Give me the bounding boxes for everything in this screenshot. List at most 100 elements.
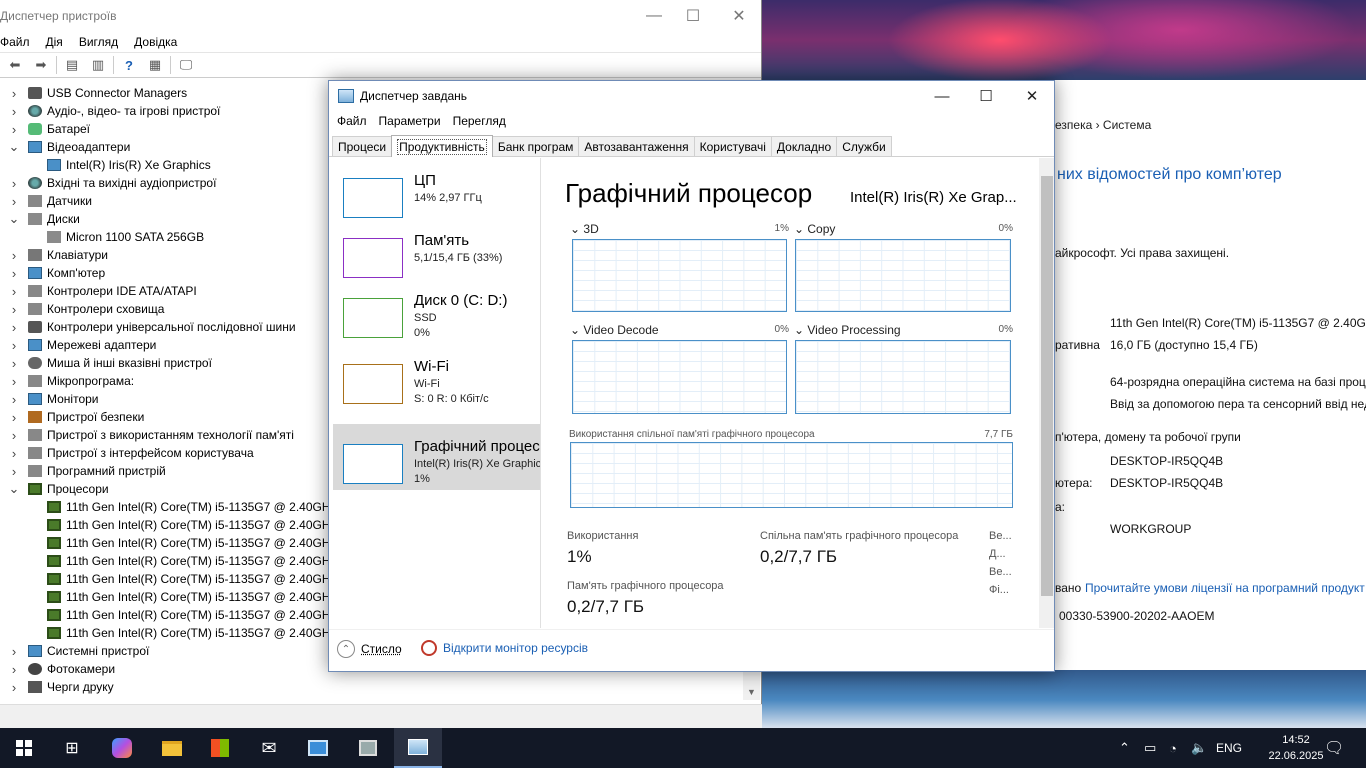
store-icon[interactable] [196, 728, 244, 768]
close-button[interactable]: ✕ [716, 0, 762, 32]
tree-device[interactable]: 11th Gen Intel(R) Core(TM) i5-1135G7 @ 2… [27, 606, 337, 624]
tree-device[interactable]: 11th Gen Intel(R) Core(TM) i5-1135G7 @ 2… [27, 570, 337, 588]
resource-item[interactable]: Wi-Fi Wi-Fi S: 0 R: 0 Кбіт/с [333, 344, 540, 410]
scan-hardware-icon[interactable]: ▦ [144, 55, 166, 75]
expand-chevron-icon[interactable]: › [8, 356, 20, 371]
resource-item[interactable]: Графічний процесор Intel(R) Iris(R) Xe Gr… [333, 424, 540, 490]
menu-item[interactable]: Вигляд [71, 35, 126, 49]
expand-chevron-icon[interactable]: › [8, 266, 20, 281]
properties-icon[interactable]: ▤ [61, 55, 83, 75]
monitor-icon[interactable]: 🖵 [175, 55, 197, 75]
tree-device[interactable]: Micron 1100 SATA 256GB [27, 228, 204, 246]
expand-chevron-icon[interactable]: › [8, 464, 20, 479]
forward-arrow-icon[interactable]: ➡ [30, 55, 52, 75]
clock[interactable]: 14:52 22.06.2025 [1266, 732, 1326, 764]
engine-selector-video-processing[interactable]: ⌄ Video Processing [794, 323, 901, 337]
tree-category[interactable]: › Пристрої безпеки [8, 408, 144, 426]
battery-icon[interactable]: ▭ [1144, 728, 1156, 768]
control-panel-icon[interactable] [294, 728, 342, 768]
maximize-button[interactable]: ☐ [670, 0, 716, 32]
tree-category[interactable]: › Мережеві адаптери [8, 336, 157, 354]
expand-chevron-icon[interactable]: › [8, 392, 20, 407]
tree-device[interactable]: 11th Gen Intel(R) Core(TM) i5-1135G7 @ 2… [27, 552, 337, 570]
minimize-button[interactable]: — [919, 81, 965, 111]
tree-category[interactable]: ⌄ Відеоадаптери [8, 138, 131, 156]
help-icon[interactable]: ? [118, 55, 140, 75]
engine-selector-video-decode[interactable]: ⌄ Video Decode [570, 323, 659, 337]
device-manager-titlebar[interactable]: Диспетчер пристроїв — ☐ ✕ [0, 0, 761, 32]
tree-category[interactable]: › Монітори [8, 390, 99, 408]
tree-device[interactable]: 11th Gen Intel(R) Core(TM) i5-1135G7 @ 2… [27, 624, 337, 642]
tree-category[interactable]: › Аудіо-, відео- та ігрові пристрої [8, 102, 221, 120]
tree-device[interactable]: 11th Gen Intel(R) Core(TM) i5-1135G7 @ 2… [27, 534, 337, 552]
tree-category[interactable]: ⌄ Диски [8, 210, 80, 228]
list-view-icon[interactable]: ▥ [87, 55, 109, 75]
expand-chevron-icon[interactable]: › [8, 122, 20, 137]
collapse-chevron-icon[interactable]: ⌄ [8, 481, 20, 497]
tree-category[interactable]: › Мікропрограма: [8, 372, 134, 390]
tree-device[interactable]: 11th Gen Intel(R) Core(TM) i5-1135G7 @ 2… [27, 498, 337, 516]
tree-category[interactable]: › Датчики [8, 192, 92, 210]
task-manager-titlebar[interactable]: Диспетчер завдань — ☐ ✕ [329, 81, 1054, 111]
tab-2[interactable]: Банк програм [491, 136, 580, 156]
resource-item[interactable]: Пам'ять 5,1/15,4 ГБ (33%) [333, 218, 540, 284]
file-explorer-icon[interactable] [148, 728, 196, 768]
device-manager-taskbar-icon[interactable] [344, 728, 392, 768]
resource-item[interactable]: Диск 0 (C: D:) SSD 0% [333, 278, 540, 344]
vertical-scrollbar[interactable] [1039, 158, 1054, 628]
expand-chevron-icon[interactable]: › [8, 104, 20, 119]
tab-1[interactable]: Продуктивність [391, 135, 493, 157]
engine-selector-3d[interactable]: ⌄ 3D [570, 222, 599, 236]
expand-chevron-icon[interactable]: › [8, 302, 20, 317]
expand-chevron-icon[interactable]: › [8, 680, 20, 695]
tab-0[interactable]: Процеси [332, 136, 393, 156]
tree-category[interactable]: › Програмний пристрій [8, 462, 166, 480]
scroll-down-icon[interactable]: ▼ [747, 687, 756, 697]
expand-chevron-icon[interactable]: › [8, 644, 20, 659]
tree-category[interactable]: ⌄ Процесори [8, 480, 109, 498]
expand-chevron-icon[interactable]: › [8, 374, 20, 389]
expand-chevron-icon[interactable]: › [8, 176, 20, 191]
tree-category[interactable]: › Фотокамери [8, 660, 115, 678]
mail-icon[interactable]: ✉ [245, 728, 293, 768]
menu-item[interactable]: Довідка [126, 35, 185, 49]
copilot-icon[interactable] [98, 728, 146, 768]
expand-chevron-icon[interactable]: › [8, 248, 20, 263]
tree-category[interactable]: › Пристрої з інтерфейсом користувача [8, 444, 254, 462]
open-resource-monitor-link[interactable]: Відкрити монітор ресурсів [421, 640, 588, 656]
collapse-chevron-icon[interactable]: ⌄ [8, 211, 20, 227]
menu-item[interactable]: Файл [0, 35, 38, 49]
tree-category[interactable]: › Контролери універсальної послідовної ши… [8, 318, 296, 336]
expand-chevron-icon[interactable]: › [8, 428, 20, 443]
back-arrow-icon[interactable]: ⬅ [4, 55, 26, 75]
tree-category[interactable]: › USB Connector Managers [8, 84, 187, 102]
scrollbar-thumb[interactable] [1041, 176, 1053, 596]
tree-category[interactable]: › Вхідні та вихідні аудіопристрої [8, 174, 217, 192]
tree-category[interactable]: › Системні пристрої [8, 642, 150, 660]
show-hidden-icons-icon[interactable]: ⌃ [1119, 728, 1130, 768]
expand-chevron-icon[interactable]: › [8, 284, 20, 299]
tab-5[interactable]: Докладно [770, 136, 838, 156]
expand-chevron-icon[interactable]: › [8, 446, 20, 461]
menu-item[interactable]: Дія [38, 35, 71, 49]
fewer-details-button[interactable]: ⌃ Стисло [337, 640, 402, 658]
menu-item[interactable]: Параметри [379, 114, 441, 128]
breadcrumb[interactable]: езпека › Система [1055, 118, 1151, 132]
tree-category[interactable]: › Контролери сховища [8, 300, 165, 318]
expand-chevron-icon[interactable]: › [8, 338, 20, 353]
engine-selector-copy[interactable]: ⌄ Copy [794, 222, 835, 236]
license-terms-link[interactable]: Прочитайте умови ліцензії на програмний … [1085, 581, 1365, 595]
tree-category[interactable]: › Батареї [8, 120, 90, 138]
menu-item[interactable]: Файл [337, 114, 367, 128]
start-button[interactable] [0, 728, 48, 768]
expand-chevron-icon[interactable]: › [8, 194, 20, 209]
expand-chevron-icon[interactable]: › [8, 410, 20, 425]
tree-category[interactable]: › Контролери IDE ATA/ATAPI [8, 282, 197, 300]
expand-chevron-icon[interactable]: › [8, 320, 20, 335]
language-indicator[interactable]: ENG [1216, 728, 1242, 768]
menu-item[interactable]: Перегляд [453, 114, 506, 128]
expand-chevron-icon[interactable]: › [8, 662, 20, 677]
tree-device[interactable]: 11th Gen Intel(R) Core(TM) i5-1135G7 @ 2… [27, 516, 337, 534]
tree-device[interactable]: 11th Gen Intel(R) Core(TM) i5-1135G7 @ 2… [27, 588, 337, 606]
volume-icon[interactable]: 🔈 [1191, 728, 1207, 768]
